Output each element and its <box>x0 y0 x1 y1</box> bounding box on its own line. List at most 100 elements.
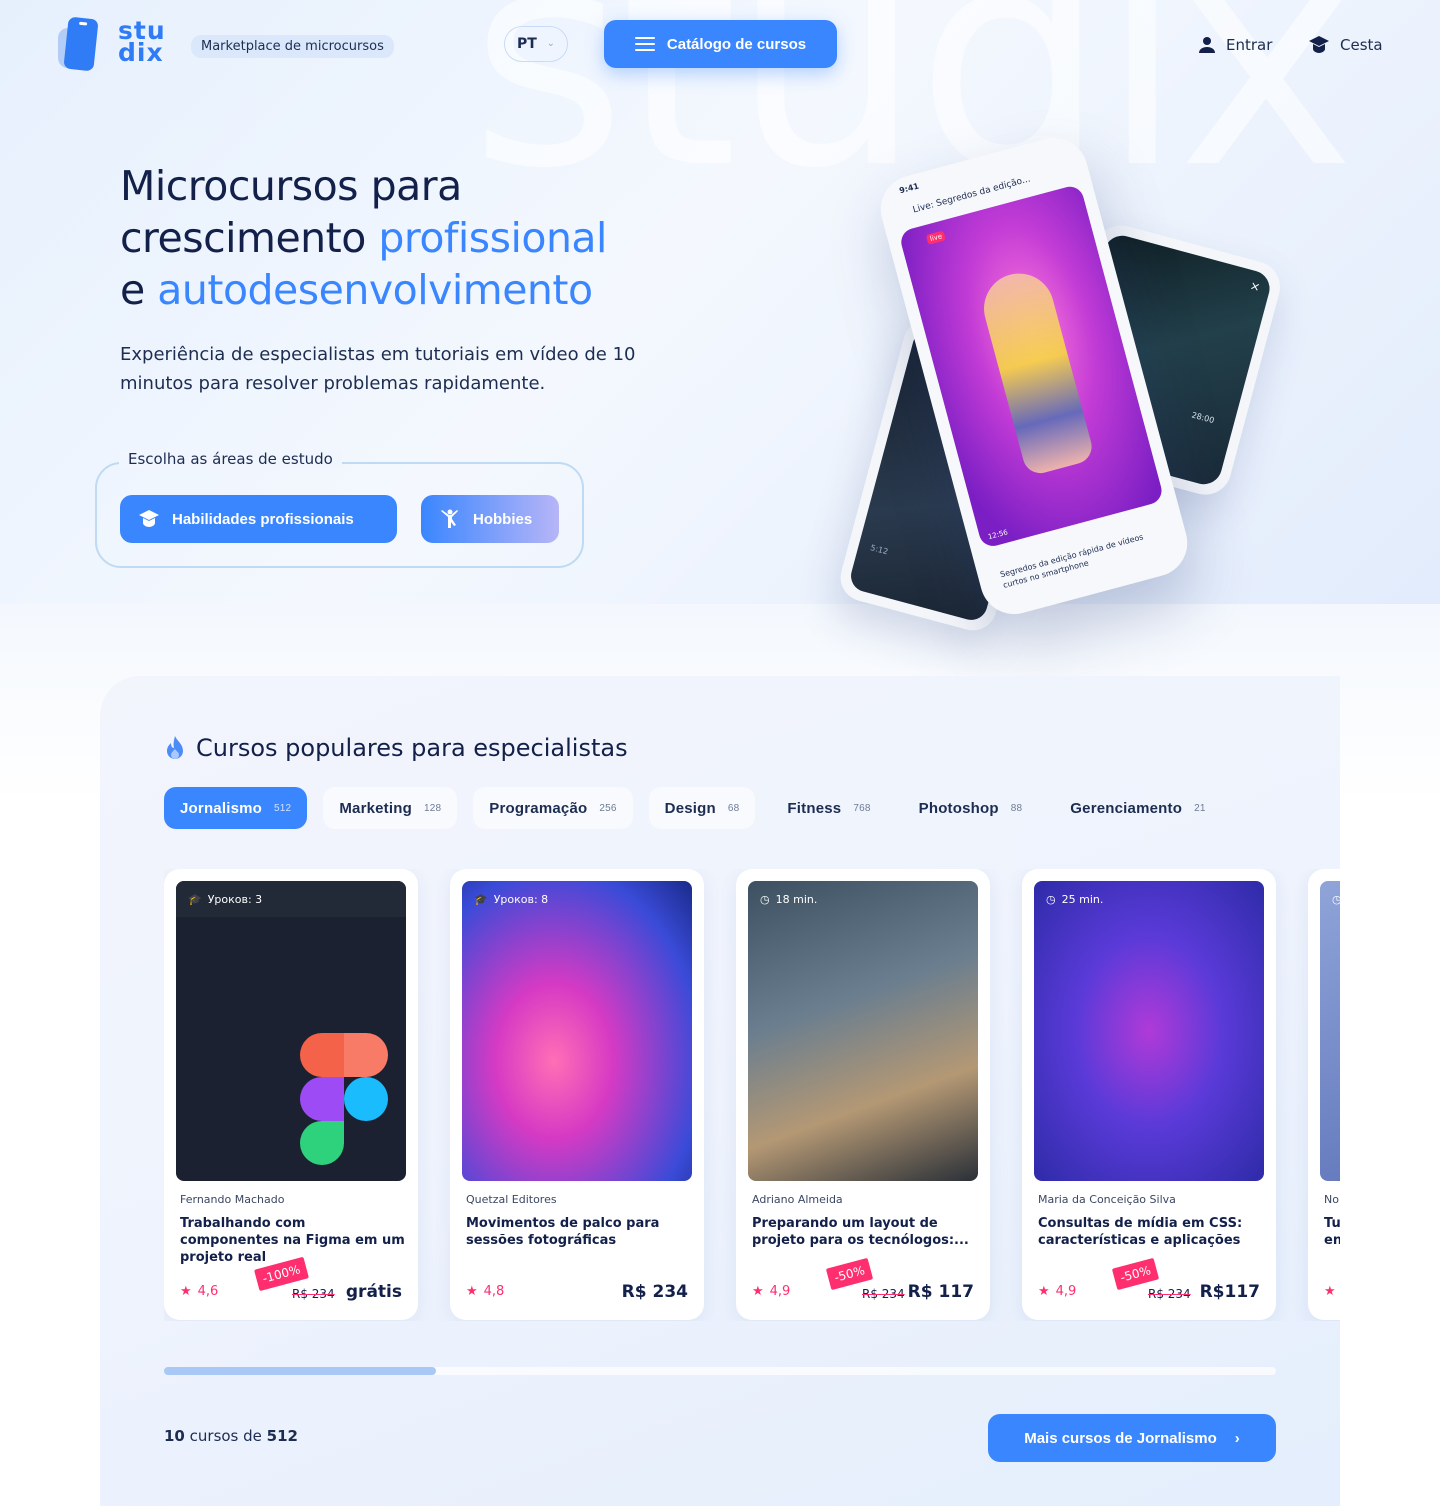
section-title-text: Cursos populares para especialistas <box>196 734 628 762</box>
dancer-figure <box>976 265 1096 478</box>
tab-label: Gerenciamento <box>1070 799 1183 817</box>
course-rating: ★ 4,9 <box>752 1284 790 1299</box>
count-shown: 10 <box>164 1427 185 1445</box>
tab-count: 88 <box>1010 802 1023 814</box>
tab-label: Jornalismo <box>180 799 263 817</box>
graduation-cap-icon <box>139 510 159 527</box>
logo[interactable]: stu dix <box>58 16 178 74</box>
course-author: Adriano Almeida <box>752 1193 843 1206</box>
course-rating: ★ 4,8 <box>466 1284 504 1299</box>
course-card[interactable]: ◷ No Tu en ★ <box>1308 869 1340 1320</box>
tab-photoshop[interactable]: Photoshop 88 <box>903 787 1039 829</box>
old-price: R$ 234 <box>292 1287 335 1301</box>
tab-label: Design <box>664 799 716 817</box>
course-thumbnail: ◷ <box>1320 881 1340 1181</box>
course-carousel: 🎓 Уроков: 3 Fernando Machado Trabalhando … <box>164 869 1340 1321</box>
graduation-cap-icon <box>1309 36 1329 53</box>
course-price: R$ 234 <box>621 1282 688 1302</box>
hero-title: Microcursos para crescimento profissiona… <box>120 160 740 316</box>
chevron-right-icon: › <box>1234 1429 1240 1447</box>
category-tabs: Jornalismo 512 Marketing 128 Programação 25… <box>164 787 1222 829</box>
login-link[interactable]: Entrar <box>1198 34 1272 56</box>
live-badge: live <box>925 230 947 245</box>
graduation-cap-icon: 🎓 <box>474 893 488 906</box>
scrollbar-thumb[interactable] <box>164 1367 437 1375</box>
star-icon: ★ <box>180 1284 192 1299</box>
star-icon: ★ <box>466 1284 478 1299</box>
course-rating: ★ 4,9 <box>1038 1284 1076 1299</box>
course-author: No <box>1324 1193 1339 1206</box>
course-title[interactable]: Tu en <box>1324 1215 1340 1249</box>
hero-title-accent1: profissional <box>378 214 607 262</box>
tab-count: 512 <box>274 802 292 814</box>
tab-design[interactable]: Design 68 <box>648 787 756 829</box>
language-select[interactable]: PT ⌄ <box>504 26 568 62</box>
area-professional-skills-button[interactable]: Habilidades profissionais <box>120 495 397 543</box>
hero-title-line1: Microcursos para <box>120 162 462 210</box>
tab-count: 256 <box>599 802 617 814</box>
section-title: Cursos populares para especialistas <box>164 734 628 762</box>
course-card[interactable]: ◷ 25 min. Maria da Conceição Silva Consul… <box>1022 869 1276 1320</box>
cart-link[interactable]: Cesta <box>1308 34 1383 56</box>
tab-fitness[interactable]: Fitness 768 <box>771 787 886 829</box>
catalog-button[interactable]: Catálogo de cursos <box>604 20 837 68</box>
lessons-badge-text: Уроков: 8 <box>493 893 549 906</box>
course-card[interactable]: 🎓 Уроков: 3 Fernando Machado Trabalhando … <box>164 869 418 1320</box>
login-label: Entrar <box>1226 36 1273 54</box>
course-card[interactable]: 🎓 Уроков: 8 Quetzal Editores Movimentos d… <box>450 869 704 1320</box>
course-title[interactable]: Movimentos de palco para sessões fotográ… <box>466 1215 692 1249</box>
duration-badge: ◷ 18 min. <box>760 893 817 906</box>
tab-marketing[interactable]: Marketing 128 <box>323 787 458 829</box>
tab-count: 768 <box>853 802 871 814</box>
hero-title-line3a: e <box>120 266 158 314</box>
tab-count: 128 <box>423 802 442 814</box>
phone-right-timer: 28:00 <box>1190 410 1216 426</box>
close-icon: × <box>1248 278 1262 295</box>
dance-icon <box>441 509 458 528</box>
course-author: Quetzal Editores <box>466 1193 557 1206</box>
hero-subtitle: Experiência de especialistas em tutoriai… <box>120 344 636 394</box>
carousel-scrollbar[interactable] <box>164 1367 1276 1375</box>
discount-badge: -50% <box>825 1257 874 1291</box>
clock-icon: ◷ <box>760 893 770 906</box>
lessons-badge-text: Уроков: 3 <box>207 893 263 906</box>
count-total: 512 <box>266 1427 298 1445</box>
hero-title-line2a: crescimento <box>120 214 379 262</box>
tagline-pill: Marketplace de microcursos <box>191 35 394 58</box>
tab-programacao[interactable]: Programação 256 <box>473 787 633 829</box>
area-hobbies-button[interactable]: Hobbies <box>421 495 559 543</box>
star-icon: ★ <box>1038 1284 1050 1299</box>
more-courses-button[interactable]: Mais cursos de Jornalismo › <box>988 1414 1276 1462</box>
rating-value: 4,8 <box>483 1284 505 1299</box>
course-thumbnail: 🎓 Уроков: 8 <box>462 881 692 1181</box>
course-count: 10 cursos de 512 <box>164 1427 298 1445</box>
cart-label: Cesta <box>1340 36 1383 54</box>
popular-courses-section: Cursos populares para especialistas Jorn… <box>100 676 1340 1506</box>
star-icon: ★ <box>752 1284 764 1299</box>
tab-label: Photoshop <box>918 799 999 817</box>
tab-label: Marketing <box>339 799 412 817</box>
tab-gerenciamento[interactable]: Gerenciamento 21 <box>1054 787 1221 829</box>
course-rating: ★ <box>1324 1284 1336 1299</box>
area-hobbies-label: Hobbies <box>473 510 533 528</box>
menu-icon <box>634 37 655 51</box>
lessons-badge: 🎓 Уроков: 3 <box>188 893 262 906</box>
language-value: PT <box>517 36 537 52</box>
tab-count: 68 <box>727 802 740 814</box>
more-courses-label: Mais cursos de Jornalismo <box>1024 1429 1217 1447</box>
course-thumbnail: ◷ 25 min. <box>1034 881 1264 1181</box>
course-card[interactable]: ◷ 18 min. Adriano Almeida Preparando um l… <box>736 869 990 1320</box>
tab-jornalismo[interactable]: Jornalismo 512 <box>164 787 308 829</box>
course-title[interactable]: Preparando um layout de projeto para os … <box>752 1215 978 1249</box>
course-author: Maria da Conceição Silva <box>1038 1193 1176 1206</box>
duration-badge: ◷ <box>1332 893 1340 906</box>
rating-value: 4,9 <box>769 1284 791 1299</box>
chevron-down-icon: ⌄ <box>546 38 555 49</box>
course-author: Fernando Machado <box>180 1193 285 1206</box>
rating-value: 4,9 <box>1055 1284 1077 1299</box>
course-title[interactable]: Consultas de mídia em CSS: característic… <box>1038 1215 1264 1249</box>
hero-phones-illustration: 5:12 28:00 × 9:41 Live: Segredos da ediç… <box>800 130 1320 650</box>
areas-label: Escolha as áreas de estudo <box>119 450 342 468</box>
phone-main-timer: 12:56 <box>987 528 1009 542</box>
tab-label: Programação <box>489 799 588 817</box>
